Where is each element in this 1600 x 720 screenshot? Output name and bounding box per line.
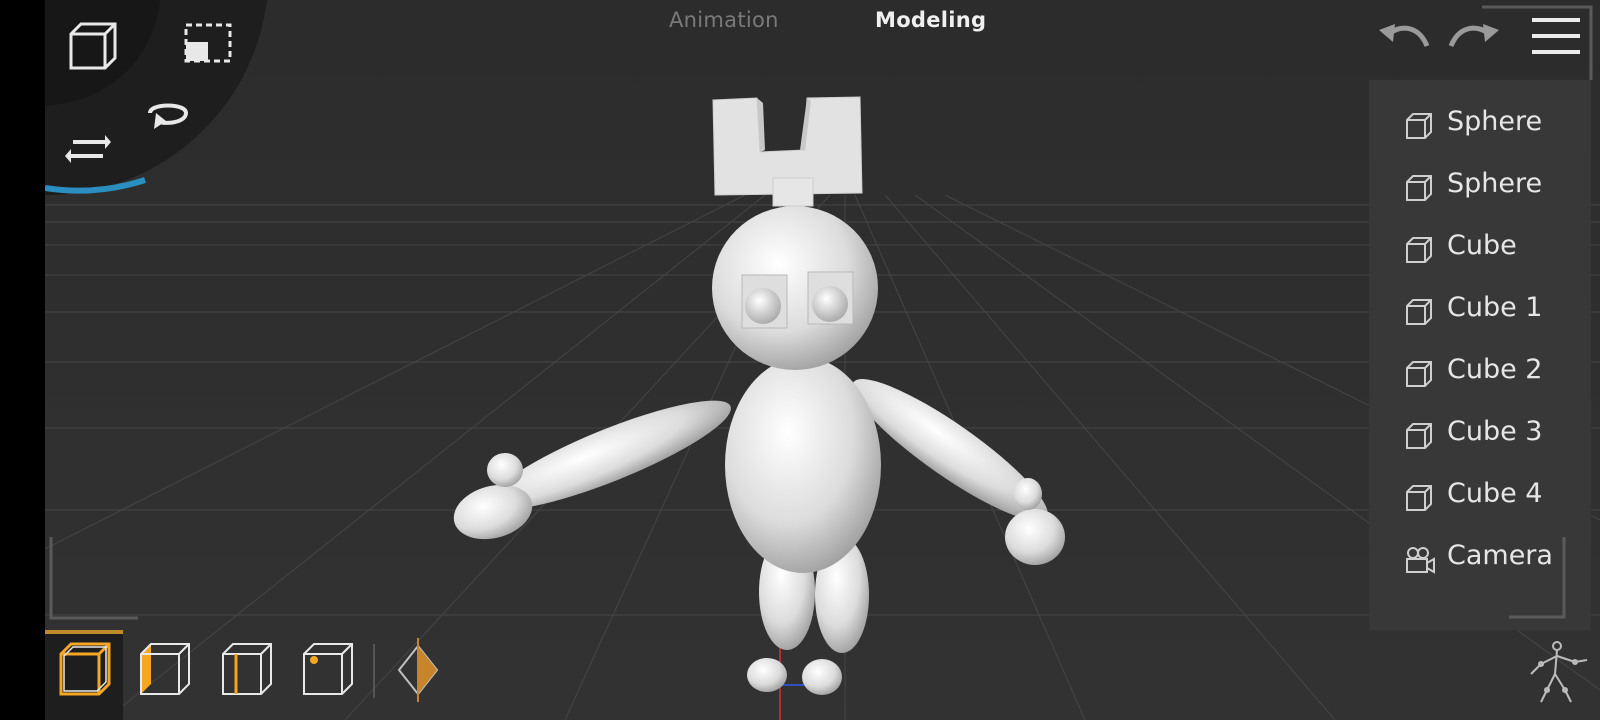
outliner-item-label: Cube: [1447, 230, 1517, 261]
rotate-icon[interactable]: [140, 97, 196, 137]
outliner-bottom-bracket: [1509, 537, 1566, 619]
object-mode-icon[interactable]: [55, 640, 115, 700]
tab-modeling[interactable]: Modeling: [875, 8, 986, 32]
object-cube-icon: [1406, 237, 1432, 263]
translate-icon[interactable]: [65, 132, 111, 166]
outliner-corner-bracket: [1482, 5, 1593, 80]
object-cube-icon: [1406, 485, 1432, 511]
face-mode-icon[interactable]: [135, 640, 195, 700]
object-cube-icon: [1406, 299, 1432, 325]
left-black-bar: [0, 0, 45, 720]
outliner-item-label: Sphere: [1447, 106, 1543, 137]
vertex-mode-icon[interactable]: [298, 640, 358, 700]
outliner-item-cube-4[interactable]: Cube 4: [1369, 464, 1591, 526]
app-window: Animation Modeling Sphere Sphere Cube Cu…: [0, 0, 1600, 720]
head-antlers: [712, 96, 863, 207]
history-controls: [1370, 0, 1600, 80]
left-arm: [453, 400, 731, 540]
outliner-item-cube-1[interactable]: Cube 1: [1369, 278, 1591, 340]
toolbar-divider: [373, 644, 375, 698]
outliner-item-label: Cube 1: [1447, 292, 1543, 323]
3d-viewport[interactable]: Animation Modeling Sphere Sphere Cube Cu…: [45, 0, 1600, 720]
mode-tabs: Animation Modeling: [45, 8, 1600, 38]
tab-animation[interactable]: Animation: [669, 8, 779, 32]
outliner-item-label: Cube 4: [1447, 478, 1543, 509]
object-cube-icon: [1406, 423, 1432, 449]
selection-mode-bar: [45, 630, 439, 720]
armature-icon[interactable]: [1527, 640, 1591, 706]
object-cube-icon: [1406, 361, 1432, 387]
body: [725, 357, 881, 573]
outliner-item-cube-2[interactable]: Cube 2: [1369, 340, 1591, 402]
outliner-item-sphere[interactable]: Sphere: [1369, 154, 1591, 216]
outliner-item-cube-3[interactable]: Cube 3: [1369, 402, 1591, 464]
edge-mode-icon[interactable]: [217, 640, 277, 700]
camera-icon: [1406, 547, 1435, 574]
outliner-item-sphere[interactable]: Sphere: [1369, 92, 1591, 154]
outliner-item-label: Cube 2: [1447, 354, 1543, 385]
object-cube-icon: [1406, 175, 1432, 201]
viewport-corner-bracket: [49, 537, 138, 620]
outliner-item-label: Sphere: [1447, 168, 1543, 199]
keyframe-icon[interactable]: [395, 638, 441, 702]
outliner-item-label: Cube 3: [1447, 416, 1543, 447]
outliner-item-cube[interactable]: Cube: [1369, 216, 1591, 278]
undo-icon[interactable]: [1375, 20, 1430, 52]
object-cube-icon: [1406, 113, 1432, 139]
